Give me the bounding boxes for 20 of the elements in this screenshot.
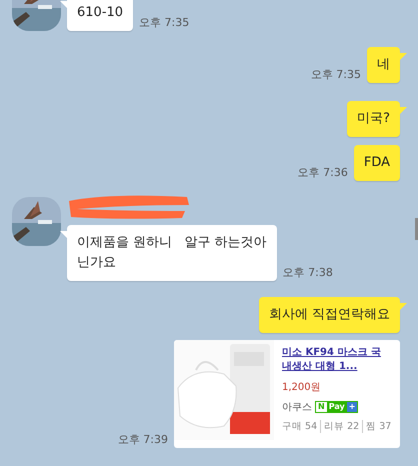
product-card[interactable]: 미소 KF94 마스크 국 내생산 대형 1... 1,200원 아쿠스 N Pay + 구매 54 리뷰 22 찜 37 <box>174 340 400 448</box>
message-time: 오후 7:35 <box>139 15 190 30</box>
product-stat: 리뷰 22 <box>320 420 362 433</box>
bubble-tail <box>400 53 407 60</box>
bubble-tail <box>400 303 407 310</box>
message-bubble: FDA <box>354 145 400 181</box>
message-time: 오후 7:36 <box>298 165 348 180</box>
pay-badge: N Pay + <box>315 401 358 413</box>
product-title-link[interactable]: 미소 KF94 마스크 국 내생산 대형 1... <box>282 346 394 374</box>
bubble-tail <box>60 1 67 8</box>
bubble-tail <box>60 231 67 238</box>
product-stat: 찜 37 <box>362 420 394 433</box>
message-time: 오후 7:35 <box>310 67 361 82</box>
message-time: 오후 7:39 <box>118 432 168 447</box>
bubble-tail <box>400 107 407 114</box>
product-price: 1,200원 <box>282 381 322 394</box>
message-time: 오후 7:38 <box>282 265 333 280</box>
seller-name: 아쿠스 <box>282 401 312 414</box>
scrollbar-thumb[interactable] <box>415 218 418 240</box>
product-stat: 구매 54 <box>282 420 318 433</box>
